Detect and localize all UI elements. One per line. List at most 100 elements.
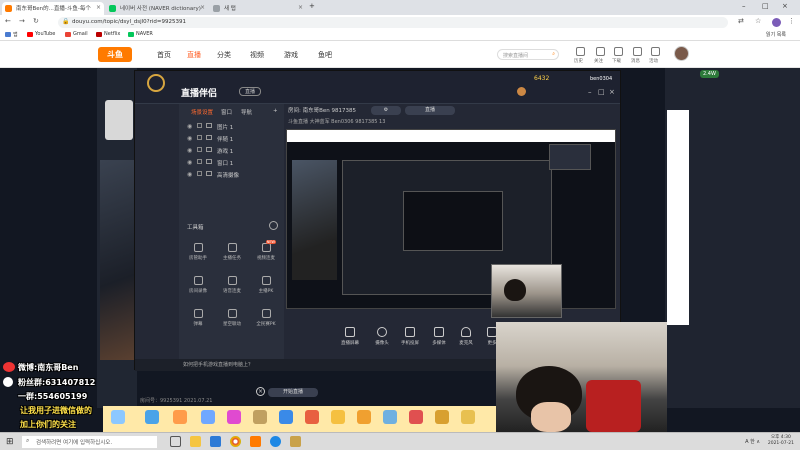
source-row[interactable]: ◉ 游戏 1 (187, 147, 233, 155)
tool-pk[interactable]: 主播PK (251, 276, 281, 294)
obs-tab-scene[interactable]: 场景设置 (191, 108, 213, 116)
message-icon[interactable] (633, 47, 642, 56)
browser-tab-new[interactable]: 새 탭 × (210, 2, 306, 15)
extensions-icon[interactable]: ☆ (755, 17, 761, 25)
visibility-eye-icon[interactable]: ◉ (187, 123, 192, 130)
browser-tab-naver-dict[interactable]: 네이버 사전 (NAVER dictionary) × (106, 2, 208, 15)
store-icon[interactable] (210, 436, 221, 447)
bookmark-naver[interactable]: NAVER (128, 31, 153, 37)
minimize-icon[interactable]: – (742, 2, 746, 10)
btn-screen-capture[interactable]: 直播屏幕 (335, 327, 365, 346)
lock-icon[interactable] (197, 159, 202, 164)
visibility-eye-icon[interactable]: ◉ (187, 159, 192, 166)
translate-icon[interactable]: ⇄ (738, 17, 744, 25)
douyu-app-icon[interactable] (250, 436, 261, 447)
toolbox-settings-icon[interactable] (269, 221, 278, 230)
search-icon[interactable]: ⌕ (552, 51, 555, 57)
lock-icon[interactable] (197, 123, 202, 128)
source-row[interactable]: ◉ 高清摄像 (187, 171, 239, 179)
close-circle-icon[interactable]: × (256, 387, 265, 396)
obs-stream-preview[interactable] (286, 129, 616, 309)
reading-list[interactable]: 읽기 목록 (758, 31, 786, 38)
user-avatar[interactable] (674, 46, 689, 61)
back-icon[interactable]: ← (5, 17, 11, 25)
reload-icon[interactable]: ↻ (33, 17, 39, 25)
visibility-eye-icon[interactable]: ◉ (187, 147, 192, 154)
gift-item[interactable] (111, 410, 125, 424)
tool-voice-link[interactable]: 语音连麦 (217, 276, 247, 294)
obs-minimize-icon[interactable]: – (588, 88, 592, 96)
nav-category[interactable]: 分类 (217, 50, 231, 60)
browser-tab-douyu[interactable]: 南东哥Ben的...直播-斗鱼-每个 × (2, 2, 104, 15)
edge-icon[interactable] (270, 436, 281, 447)
gift-item[interactable] (173, 410, 187, 424)
obs-settings-button[interactable]: ⚙ (371, 106, 401, 115)
obs-add-tab-button[interactable]: + (273, 108, 278, 114)
gift-item[interactable] (357, 410, 371, 424)
close-tab-icon[interactable]: × (298, 4, 303, 11)
gift-item[interactable] (201, 410, 215, 424)
btn-camera[interactable]: 摄像头 (367, 327, 397, 346)
lock-icon[interactable] (197, 135, 202, 140)
new-tab-button[interactable]: + (309, 2, 315, 10)
visibility-eye-icon[interactable]: ◉ (187, 135, 192, 142)
source-row[interactable]: ◉ 窗口 1 (187, 159, 233, 167)
download-icon[interactable] (614, 47, 623, 56)
tool-room-manager[interactable]: 房管助手 (183, 243, 213, 261)
nav-fishbar[interactable]: 鱼吧 (318, 50, 332, 60)
menu-kebab-icon[interactable]: ⋮ (788, 17, 795, 25)
gift-item[interactable] (383, 410, 397, 424)
nav-video[interactable]: 视频 (250, 50, 264, 60)
tool-danmaku[interactable]: 弹幕 (183, 309, 213, 327)
tool-tasks[interactable]: 主播任务 (217, 243, 247, 261)
file-explorer-icon[interactable] (190, 436, 201, 447)
gift-item[interactable] (461, 410, 475, 424)
obs-tab-nav[interactable]: 导航 (241, 108, 252, 116)
obs-close-icon[interactable]: × (609, 88, 615, 96)
gift-item[interactable] (279, 410, 293, 424)
obs-status-pill[interactable]: 直播 (239, 87, 261, 96)
gift-item[interactable] (435, 410, 449, 424)
forward-icon[interactable]: → (19, 17, 25, 25)
obs-maximize-icon[interactable]: □ (598, 88, 605, 96)
taskbar-search-input[interactable]: ⌕ 검색하려면 여기에 입력하십시오. (22, 436, 157, 448)
lock-icon[interactable] (197, 171, 202, 176)
site-search-input[interactable]: 搜索直播间 ⌕ (497, 49, 559, 60)
follow-icon[interactable] (596, 47, 605, 56)
close-tab-icon[interactable]: × (96, 4, 101, 11)
gift-item[interactable] (253, 410, 267, 424)
source-row[interactable]: ◉ 图片 1 (187, 123, 233, 131)
profile-avatar[interactable] (772, 18, 781, 27)
btn-multimedia[interactable]: 多媒体 (424, 327, 454, 346)
tool-video-link[interactable]: NEW 视频连麦 (251, 240, 281, 261)
nav-game[interactable]: 游戏 (284, 50, 298, 60)
nav-live[interactable]: 直播 (187, 50, 201, 60)
gift-item[interactable] (331, 410, 345, 424)
tool-star-link[interactable]: 星空联动 (217, 309, 247, 327)
obs-user-avatar[interactable] (517, 87, 526, 96)
chrome-icon[interactable] (230, 436, 241, 447)
obs-tab-window[interactable]: 窗口 (221, 108, 232, 116)
task-view-icon[interactable] (170, 436, 181, 447)
maximize-icon[interactable]: □ (762, 2, 769, 10)
lol-client-icon[interactable] (290, 436, 301, 447)
history-icon[interactable] (576, 47, 585, 56)
windows-start-icon[interactable]: ⊞ (6, 437, 14, 447)
visibility-eye-icon[interactable]: ◉ (187, 171, 192, 178)
close-window-icon[interactable]: × (782, 2, 788, 10)
taskbar-clock[interactable]: 오후 4:30 2021-07-21 (768, 435, 794, 447)
tool-all-pk[interactable]: 全民赛PK (251, 309, 281, 327)
bookmark-youtube[interactable]: YouTube (27, 31, 55, 37)
bookmark-apps[interactable]: 앱 (5, 31, 18, 38)
gift-item[interactable] (409, 410, 423, 424)
footer-hint[interactable]: 如何把手机游戏直播到电脑上？ (183, 361, 253, 368)
source-row[interactable]: ◉ 伴随 1 (187, 135, 233, 143)
douyu-logo[interactable]: 斗鱼 (98, 47, 132, 62)
tool-record[interactable]: 房间录像 (183, 276, 213, 294)
tray-ime[interactable]: A 한 ∧ (745, 438, 760, 445)
obs-live-button[interactable]: 直播 (405, 106, 455, 115)
bookmark-gmail[interactable]: Gmail (65, 31, 88, 37)
nav-home[interactable]: 首页 (157, 50, 171, 60)
url-input[interactable]: 🔒 douyu.com/topic/dsyl_dsjl0?rid=9925391 (58, 17, 728, 28)
bookmark-netflix[interactable]: Netflix (96, 31, 120, 37)
